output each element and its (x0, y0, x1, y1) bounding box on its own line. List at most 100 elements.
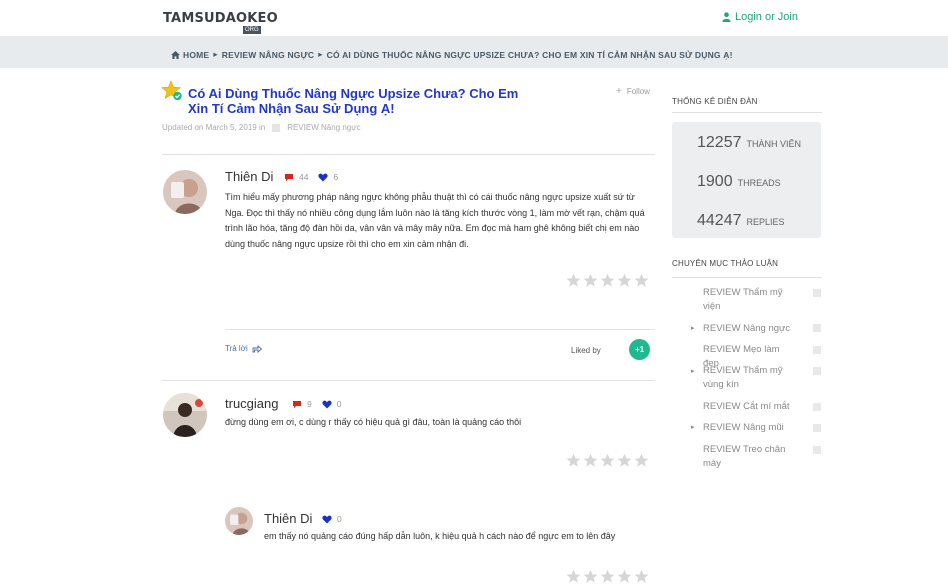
comment-count: 9 (307, 399, 312, 409)
like-count: 0 (336, 399, 342, 409)
liked-count-badge[interactable]: +1 (629, 339, 650, 360)
stat-number: 12257 (697, 134, 742, 151)
star-icon[interactable] (617, 569, 632, 584)
forum-icon (813, 289, 821, 297)
forum-link[interactable]: REVIEW Thẩm mỹ viện (703, 286, 793, 314)
rating-stars[interactable] (566, 453, 649, 468)
forum-link[interactable]: REVIEW Treo chân mày (703, 443, 793, 471)
star-icon[interactable] (634, 273, 649, 288)
star-icon[interactable] (600, 273, 615, 288)
post-body: em thấy nó quảng cáo đúng hấp dẫn luôn, … (264, 531, 616, 541)
heart-icon (322, 400, 332, 408)
like-count: 6 (333, 172, 339, 182)
stat-number: 44247 (697, 212, 742, 229)
post-stats: 9 0 (292, 399, 341, 409)
updated-date: Updated on March 5, 2019 in (162, 123, 266, 132)
rating-stars[interactable] (566, 569, 649, 584)
share-icon (252, 344, 262, 353)
avatar[interactable] (163, 393, 207, 437)
home-icon (171, 50, 180, 59)
caret-right-icon[interactable]: ▸ (691, 367, 695, 375)
top-header: TAMSUDAOKEO ORG Login or Join (0, 0, 948, 36)
star-icon[interactable] (583, 453, 598, 468)
stat-replies: 44247 REPLIES (697, 212, 785, 230)
forum-link[interactable]: REVIEW Thẩm mỹ vùng kín (703, 364, 793, 392)
forum-icon (813, 324, 821, 332)
forum-link[interactable]: REVIEW Nâng mũi (703, 421, 793, 435)
post-footer-divider (225, 329, 655, 330)
stat-label: THREADS (737, 178, 781, 188)
login-link[interactable]: Login or Join (722, 11, 798, 23)
post-body: đừng dùng em ơi, c dùng r thấy có hiệu q… (225, 417, 522, 427)
caret-right-icon[interactable]: ▸ (691, 324, 695, 332)
thread-category-link[interactable]: REVIEW Nâng ngực (287, 123, 360, 132)
post-author[interactable]: Thiên Di (264, 511, 312, 526)
caret-right-icon[interactable]: ▸ (691, 423, 695, 431)
breadcrumb: HOME ▸ REVIEW NÂNG NGỰC ▸ CÓ AI DÙNG THU… (171, 49, 733, 60)
star-icon[interactable] (600, 569, 615, 584)
comment-icon (293, 400, 301, 408)
stat-number: 1900 (697, 173, 733, 190)
star-icon[interactable] (634, 569, 649, 584)
heart-icon (318, 173, 329, 181)
post-stats: 44 6 (284, 172, 338, 182)
thread-title[interactable]: Có Ai Dùng Thuốc Nâng Ngực Upsize Chưa? … (188, 86, 533, 116)
breadcrumb-bar: HOME ▸ REVIEW NÂNG NGỰC ▸ CÓ AI DÙNG THU… (0, 36, 948, 68)
liked-by-label: Liked by (571, 346, 601, 355)
post-stats: 0 (322, 514, 342, 524)
reply-label: Trả lời (225, 344, 248, 353)
login-label: Login or Join (735, 11, 798, 23)
follow-label: Follow (626, 87, 650, 96)
site-logo-sub: ORG (243, 26, 261, 34)
heart-icon (322, 515, 332, 523)
comment-icon (285, 173, 293, 181)
breadcrumb-current: CÓ AI DÙNG THUỐC NÂNG NGỰC UPSIZE CHƯA? … (326, 49, 733, 60)
forum-icon (813, 424, 821, 432)
star-badge-icon (161, 80, 182, 101)
stat-label: REPLIES (746, 217, 785, 227)
plus-icon: + (616, 86, 622, 97)
forum-icon (813, 367, 821, 375)
stat-threads: 1900 THREADS (697, 173, 781, 191)
star-icon[interactable] (634, 453, 649, 468)
star-icon[interactable] (566, 569, 581, 584)
avatar[interactable] (225, 507, 253, 535)
forum-link[interactable]: REVIEW Cắt mí mắt (703, 400, 793, 414)
like-count: 0 (337, 514, 342, 524)
chevron-right-icon: ▸ (318, 49, 323, 59)
stat-label: THÀNH VIÊN (746, 139, 802, 149)
breadcrumb-home[interactable]: HOME (183, 50, 209, 60)
chevron-right-icon: ▸ (213, 49, 218, 59)
star-icon[interactable] (566, 453, 581, 468)
star-icon[interactable] (583, 569, 598, 584)
forum-icon (813, 403, 821, 411)
forum-icon (813, 446, 821, 454)
breadcrumb-category[interactable]: REVIEW NÂNG NGỰC (222, 50, 314, 60)
rating-stars[interactable] (566, 273, 649, 288)
site-logo[interactable]: TAMSUDAOKEO (163, 11, 278, 26)
comment-count: 44 (299, 172, 309, 182)
avatar[interactable] (163, 170, 207, 214)
star-icon[interactable] (617, 273, 632, 288)
reply-button[interactable]: Trả lời (225, 344, 262, 353)
forum-stats-box: 12257 THÀNH VIÊN 1900 THREADS 44247 REPL… (672, 122, 821, 238)
star-icon[interactable] (583, 273, 598, 288)
post-author[interactable]: Thiên Di (225, 169, 273, 184)
star-icon[interactable] (566, 273, 581, 288)
star-icon[interactable] (600, 453, 615, 468)
post-divider (162, 380, 655, 381)
forums-heading-rule (672, 277, 822, 278)
star-icon[interactable] (617, 453, 632, 468)
forum-icon (813, 346, 821, 354)
post-author[interactable]: trucgiang (225, 396, 278, 411)
title-divider (162, 154, 655, 155)
forum-link[interactable]: REVIEW Nâng ngực (703, 322, 793, 336)
thread-meta: Updated on March 5, 2019 in REVIEW Nâng … (162, 123, 361, 132)
user-icon (722, 12, 731, 22)
stats-heading: THỐNG KÊ DIỄN ĐÀN (672, 97, 758, 106)
category-icon (272, 123, 281, 132)
stat-members: 12257 THÀNH VIÊN (697, 134, 801, 152)
follow-button[interactable]: + Follow (616, 86, 650, 97)
forums-heading: CHUYÊN MỤC THẢO LUẬN (672, 259, 779, 268)
stats-heading-rule (672, 112, 822, 113)
